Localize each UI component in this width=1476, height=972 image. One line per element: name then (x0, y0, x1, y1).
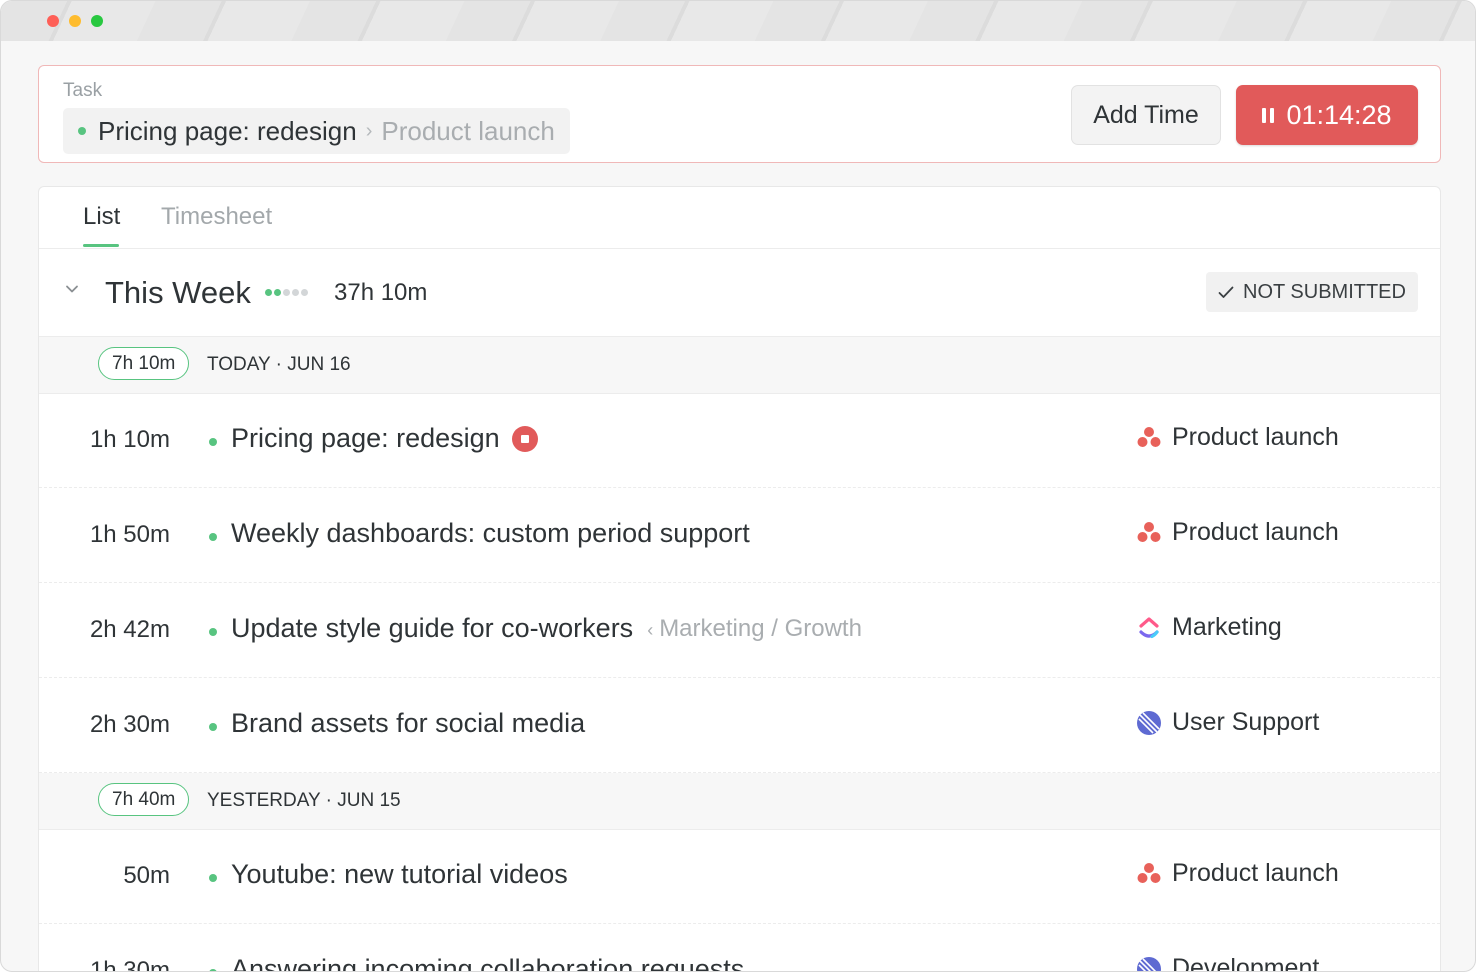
week-title: This Week (105, 275, 251, 310)
entry-title[interactable]: Update style guide for co-workers ‹ Market… (231, 613, 862, 644)
entry-title[interactable]: Weekly dashboards: custom period support (231, 518, 750, 549)
time-entry-row[interactable]: 1h 30m Answering incoming collaboration r… (39, 924, 1440, 972)
entry-title[interactable]: Pricing page: redesign (231, 423, 538, 454)
entry-title-text: Update style guide for co-workers (231, 613, 634, 643)
submission-status-text: NOT SUBMITTED (1243, 280, 1406, 303)
entry-duration: 2h 42m (89, 616, 170, 643)
timer-value: 01:14:28 (1286, 99, 1392, 130)
day-total-pill: 7h 10m (98, 347, 190, 380)
minimize-window-button[interactable] (69, 15, 81, 27)
entry-project[interactable]: Product launch (1136, 518, 1339, 547)
day-name: TODAY (207, 354, 271, 375)
entry-title-text: Youtube: new tutorial videos (231, 859, 568, 889)
time-entry-row[interactable]: 2h 30m Brand assets for social media User … (39, 678, 1440, 773)
current-task-selector[interactable]: Pricing page: redesign › Product launch (63, 108, 570, 154)
time-entry-row[interactable]: 1h 50m Weekly dashboards: custom period s… (39, 488, 1440, 583)
entry-duration: 1h 10m (89, 426, 170, 453)
entry-project-name: Product launch (1172, 423, 1339, 451)
entry-breadcrumb-text: Marketing / Growth (659, 614, 862, 642)
entry-duration: 2h 30m (89, 711, 170, 738)
progress-dot (265, 289, 272, 296)
asana-icon (1137, 426, 1161, 447)
asana-icon (1137, 862, 1161, 883)
entry-title-text: Pricing page: redesign (231, 423, 500, 453)
time-entries-panel: List Timesheet This Week 37h 10m NOT SUB… (38, 186, 1441, 972)
task-label: Task (63, 80, 103, 101)
tab-list[interactable]: List (83, 203, 120, 231)
progress-dot (301, 289, 308, 296)
chevron-right-icon: › (365, 119, 373, 142)
entry-project[interactable]: Marketing (1136, 613, 1282, 642)
timer-button[interactable]: 01:14:28 (1236, 85, 1418, 145)
progress-dot (292, 289, 299, 296)
entry-project-name: Product launch (1172, 518, 1339, 546)
week-header: This Week 37h 10m NOT SUBMITTED (39, 249, 1440, 337)
stop-timer-icon[interactable] (511, 425, 538, 452)
linear-icon (1137, 710, 1161, 735)
entry-duration: 50m (123, 862, 170, 889)
asana-icon (1137, 521, 1161, 542)
time-entry-row[interactable]: 50m Youtube: new tutorial videos Product l… (39, 829, 1440, 924)
day-header: 7h 40m YESTERDAY · JUN 15 (39, 773, 1440, 830)
tab-timesheet[interactable]: Timesheet (161, 203, 272, 231)
day-label: YESTERDAY · JUN 15 (207, 790, 401, 812)
entry-title-text: Brand assets for social media (231, 708, 586, 738)
close-window-button[interactable] (47, 15, 59, 27)
entry-project[interactable]: Development (1136, 954, 1320, 972)
entry-status-dot (209, 533, 217, 541)
entry-project-name: Marketing (1172, 613, 1282, 641)
submission-status-badge[interactable]: NOT SUBMITTED (1206, 272, 1418, 312)
add-time-button[interactable]: Add Time (1071, 85, 1221, 145)
linear-icon (1137, 956, 1161, 971)
entry-title-text: Answering incoming collaboration request… (231, 954, 745, 972)
entry-duration: 1h 50m (89, 521, 170, 548)
chevron-left-icon: ‹ (647, 619, 654, 640)
day-label: TODAY · JUN 16 (207, 354, 351, 376)
app-window: Task Pricing page: redesign › Product la… (0, 0, 1476, 972)
entry-project-name: Product launch (1172, 859, 1339, 887)
day-date: · JUN 16 (270, 354, 351, 375)
week-total: 37h 10m (334, 279, 428, 306)
entry-project-name: User Support (1172, 708, 1320, 736)
day-total-pill: 7h 40m (98, 783, 190, 816)
progress-dot (283, 289, 290, 296)
entry-duration: 1h 30m (89, 957, 170, 972)
current-task-project: Product launch (381, 115, 555, 146)
clickup-icon (1139, 616, 1159, 638)
chevron-down-icon[interactable] (65, 282, 79, 296)
checkmark-icon (1218, 286, 1234, 298)
entry-status-dot (209, 438, 217, 446)
entry-breadcrumb: ‹ Marketing / Growth (647, 615, 862, 643)
day-date: · JUN 15 (320, 790, 401, 811)
day-header: 7h 10m TODAY · JUN 16 (39, 337, 1440, 394)
time-entry-row[interactable]: 2h 42m Update style guide for co-workers ‹… (39, 583, 1440, 678)
entry-project[interactable]: Product launch (1136, 423, 1339, 452)
entry-status-dot (209, 874, 217, 882)
title-bar (1, 1, 1475, 41)
entry-status-dot (209, 628, 217, 636)
view-tabs: List Timesheet (39, 187, 1440, 249)
entry-title[interactable]: Youtube: new tutorial videos (231, 859, 568, 890)
task-status-dot (78, 127, 86, 135)
entry-status-dot (209, 723, 217, 731)
current-task-name: Pricing page: redesign (98, 115, 357, 146)
current-task-bar: Task Pricing page: redesign › Product la… (38, 65, 1441, 163)
entry-project[interactable]: User Support (1136, 708, 1319, 737)
time-entry-row[interactable]: 1h 10m Pricing page: redesign Product laun… (39, 393, 1440, 488)
entry-title-text: Weekly dashboards: custom period support (231, 518, 750, 548)
entry-title[interactable]: Brand assets for social media (231, 708, 585, 739)
active-tab-indicator (83, 244, 119, 247)
entry-title[interactable]: Answering incoming collaboration request… (231, 954, 745, 972)
pause-icon (1262, 107, 1275, 123)
day-name: YESTERDAY (207, 790, 321, 811)
progress-dot (274, 289, 281, 296)
week-progress-indicator (265, 289, 308, 296)
entry-project[interactable]: Product launch (1136, 859, 1339, 888)
zoom-window-button[interactable] (91, 15, 103, 27)
entry-project-name: Development (1172, 954, 1320, 972)
